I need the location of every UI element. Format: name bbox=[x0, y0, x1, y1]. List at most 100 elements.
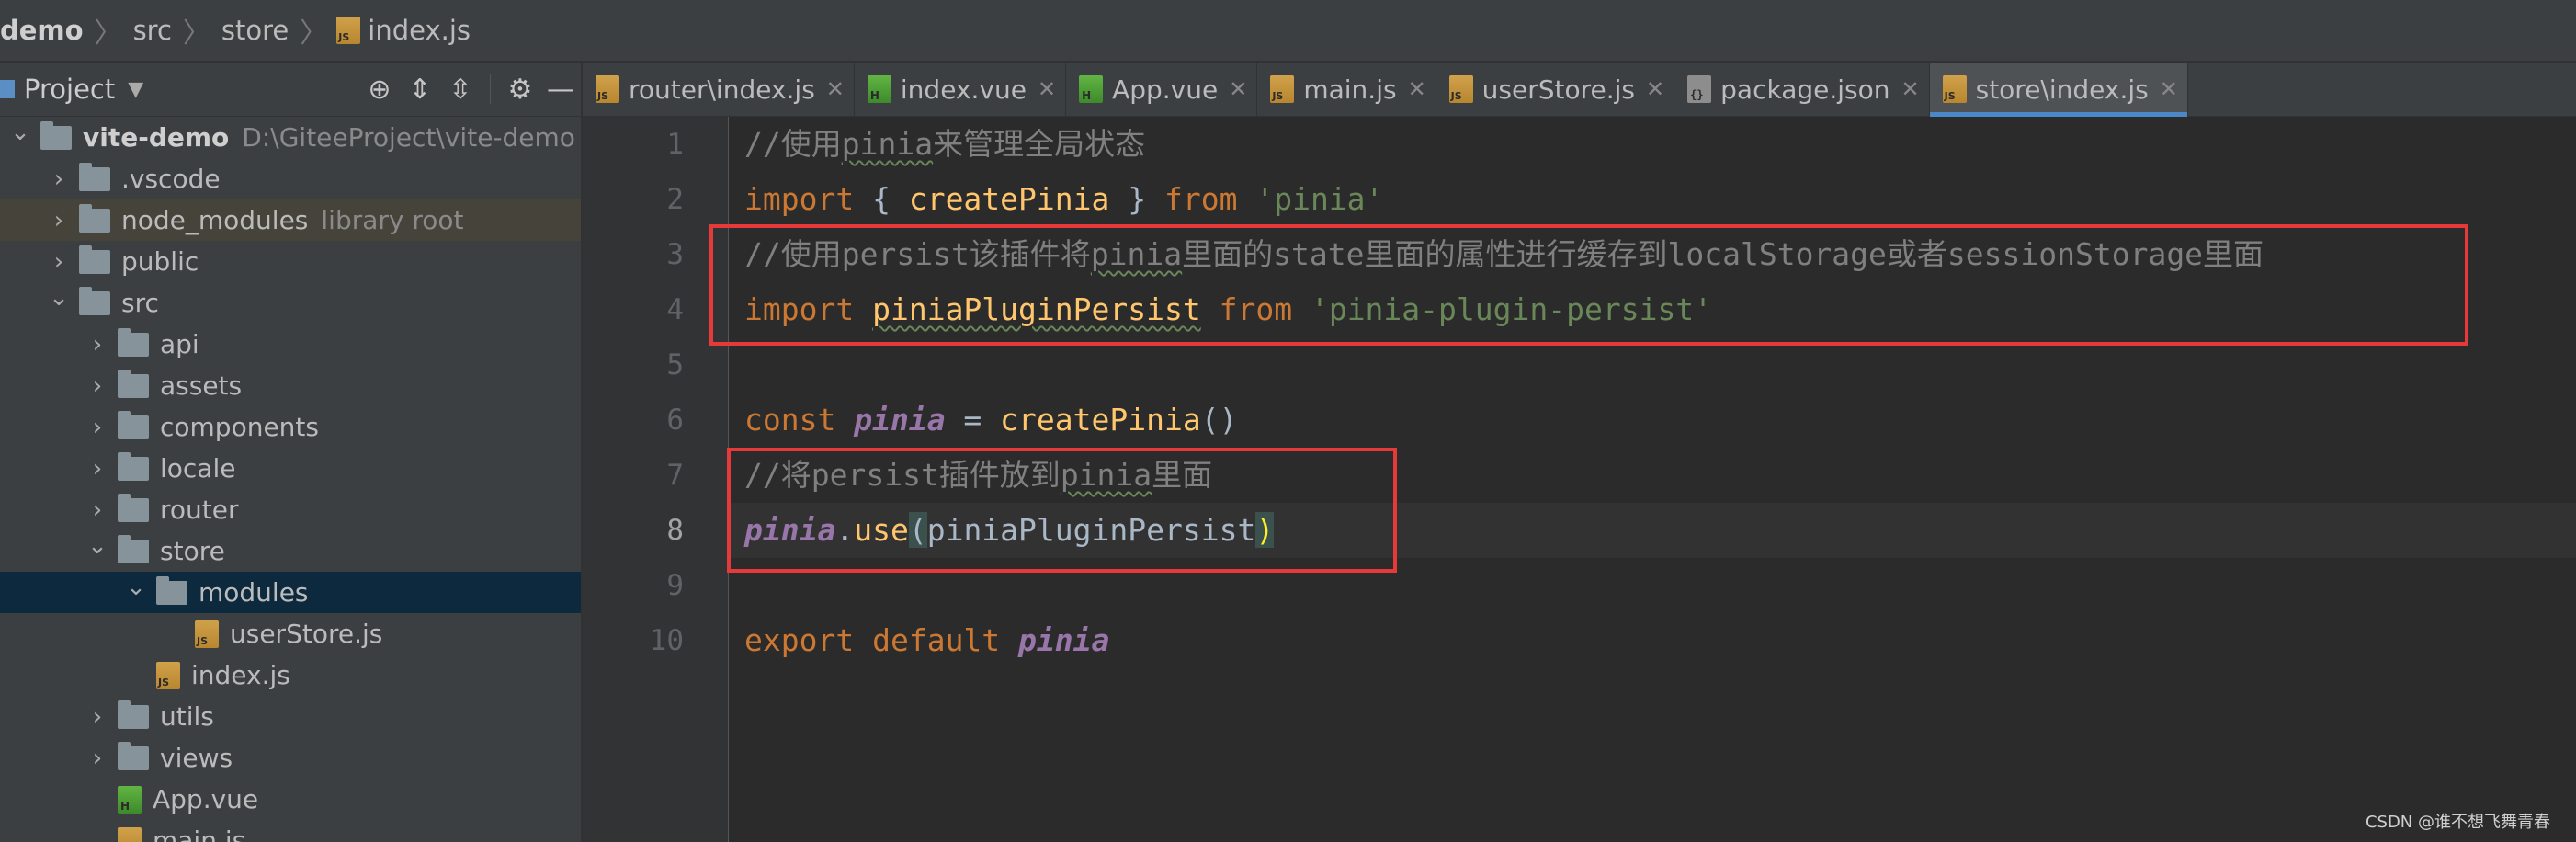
chevron-right-icon[interactable]: › bbox=[85, 703, 110, 731]
chevron-right-icon[interactable]: › bbox=[85, 331, 110, 358]
breadcrumb-item-store[interactable]: store bbox=[214, 15, 296, 46]
line-number[interactable]: 6 bbox=[610, 393, 684, 448]
tree-item-store[interactable]: ⌄ store bbox=[0, 530, 581, 572]
close-icon[interactable]: ✕ bbox=[2160, 76, 2178, 102]
tree-item-label: main.js bbox=[153, 825, 246, 842]
editor-tab[interactable]: index.vue ✕ bbox=[855, 63, 1067, 116]
code-line[interactable]: export default pinia bbox=[744, 613, 1109, 668]
collapse-all-icon[interactable]: ⇳ bbox=[440, 74, 481, 106]
chevron-right-icon[interactable]: › bbox=[85, 372, 110, 400]
hide-panel-icon[interactable]: — bbox=[540, 74, 581, 106]
tree-item-index-js[interactable]: index.js bbox=[0, 654, 581, 696]
line-number[interactable]: 7 bbox=[610, 448, 684, 503]
line-number[interactable]: 3 bbox=[610, 227, 684, 282]
editor-tab[interactable]: App.vue ✕ bbox=[1066, 63, 1258, 116]
editor-tab[interactable]: store\index.js ✕ bbox=[1929, 63, 2188, 117]
code-line[interactable]: //使用pinia来管理全局状态 bbox=[744, 117, 1145, 172]
chevron-down-icon[interactable]: ⌄ bbox=[85, 532, 110, 560]
chevron-right-icon[interactable]: › bbox=[46, 248, 72, 276]
close-icon[interactable]: ✕ bbox=[1038, 76, 1056, 102]
tree-item-vscode[interactable]: › .vscode bbox=[0, 158, 581, 199]
chevron-right-icon[interactable]: › bbox=[85, 455, 110, 483]
tree-item-router[interactable]: › router bbox=[0, 489, 581, 530]
code-token: pinia bbox=[841, 126, 934, 162]
tree-item-api[interactable]: › api bbox=[0, 324, 581, 365]
close-icon[interactable]: ✕ bbox=[1901, 76, 1920, 102]
line-number[interactable]: 1 bbox=[610, 117, 684, 172]
tab-label: main.js bbox=[1303, 74, 1397, 105]
project-view-selector[interactable]: Project bbox=[24, 74, 115, 105]
line-number[interactable]: 10 bbox=[610, 613, 684, 668]
tree-item-components[interactable]: › components bbox=[0, 406, 581, 448]
close-icon[interactable]: ✕ bbox=[826, 76, 845, 102]
editor-tab[interactable]: package.json ✕ bbox=[1674, 63, 1930, 116]
folder-icon bbox=[118, 327, 149, 357]
code-token: 来管理全局状态 bbox=[933, 126, 1146, 162]
expand-all-icon[interactable]: ⇕ bbox=[400, 74, 440, 106]
tree-item-label: index.js bbox=[191, 660, 290, 690]
tree-item-views[interactable]: › views bbox=[0, 737, 581, 779]
code-token: = bbox=[945, 402, 1001, 438]
locate-file-icon[interactable]: ⊕ bbox=[359, 74, 400, 106]
tree-item-userstore-js[interactable]: userStore.js bbox=[0, 613, 581, 654]
line-number[interactable]: 2 bbox=[610, 172, 684, 227]
tree-item-label: api bbox=[160, 329, 199, 359]
chevron-down-icon[interactable]: ⌄ bbox=[123, 574, 149, 601]
chevron-right-icon[interactable]: › bbox=[85, 496, 110, 524]
line-number[interactable]: 5 bbox=[610, 337, 684, 393]
breadcrumb-separator-icon: 〉 bbox=[182, 17, 210, 50]
gear-icon[interactable]: ⚙ bbox=[500, 74, 540, 106]
tree-item-main-js[interactable]: main.js bbox=[0, 820, 581, 842]
code-token: createPinia bbox=[908, 181, 1110, 217]
breadcrumb-item-src[interactable]: src bbox=[126, 15, 179, 46]
tree-item-node-modules[interactable]: › node_modules library root bbox=[0, 199, 581, 241]
tree-item-assets[interactable]: › assets bbox=[0, 365, 581, 406]
js-file-icon bbox=[1942, 75, 1967, 103]
breadcrumb: demo 〉 src 〉 store 〉 index.js bbox=[0, 0, 2576, 63]
editor-tab[interactable]: router\index.js ✕ bbox=[583, 63, 855, 116]
editor-tab-bar: router\index.js✕index.vue✕App.vue✕main.j… bbox=[583, 63, 2576, 117]
folder-icon bbox=[118, 369, 149, 398]
breadcrumb-item-project[interactable]: demo bbox=[0, 15, 91, 46]
code-line[interactable]: const pinia = createPinia() bbox=[744, 393, 1237, 448]
editor-tab[interactable]: userStore.js ✕ bbox=[1436, 63, 1675, 116]
tree-item-vite-demo[interactable]: ⌄ vite-demo D:\GiteeProject\vite-demo bbox=[0, 117, 581, 158]
code-token: { bbox=[854, 181, 909, 217]
folder-icon bbox=[156, 575, 187, 605]
close-icon[interactable]: ✕ bbox=[1408, 76, 1426, 102]
line-number[interactable]: 9 bbox=[610, 558, 684, 613]
line-number[interactable]: 4 bbox=[610, 282, 684, 337]
tree-item-label: locale bbox=[160, 453, 236, 484]
tree-item-label: views bbox=[160, 743, 233, 773]
tab-label: store\index.js bbox=[1975, 74, 2149, 105]
js-file-icon bbox=[156, 661, 180, 689]
chevron-right-icon[interactable]: › bbox=[46, 207, 72, 234]
tree-item-utils[interactable]: › utils bbox=[0, 696, 581, 737]
tree-item-locale[interactable]: › locale bbox=[0, 448, 581, 489]
dropdown-caret-icon[interactable]: ▼ bbox=[128, 78, 143, 101]
folder-icon bbox=[118, 741, 149, 770]
folder-icon bbox=[79, 162, 110, 191]
chevron-down-icon[interactable]: ⌄ bbox=[7, 119, 33, 146]
chevron-right-icon[interactable]: › bbox=[46, 165, 72, 193]
close-icon[interactable]: ✕ bbox=[1646, 76, 1664, 102]
chevron-right-icon[interactable]: › bbox=[85, 745, 110, 772]
tree-item-label: assets bbox=[160, 370, 243, 401]
tree-item-hint: D:\GiteeProject\vite-demo bbox=[242, 122, 575, 153]
code-line[interactable]: import { createPinia } from 'pinia' bbox=[744, 172, 1383, 227]
tree-item-app-vue[interactable]: App.vue bbox=[0, 779, 581, 820]
chevron-down-icon[interactable]: ⌄ bbox=[46, 284, 72, 312]
chevron-right-icon[interactable]: › bbox=[85, 414, 110, 441]
tree-item-modules[interactable]: ⌄ modules bbox=[0, 572, 581, 613]
close-icon[interactable]: ✕ bbox=[1229, 76, 1247, 102]
js-file-icon bbox=[195, 620, 219, 648]
editor-tab[interactable]: main.js ✕ bbox=[1257, 63, 1436, 116]
tree-item-public[interactable]: › public bbox=[0, 241, 581, 282]
js-file-icon bbox=[1448, 75, 1473, 103]
tab-label: router\index.js bbox=[629, 74, 815, 105]
tab-label: package.json bbox=[1720, 74, 1890, 105]
line-number[interactable]: 8 bbox=[610, 503, 684, 558]
breadcrumb-item-file[interactable]: index.js bbox=[360, 15, 478, 46]
tree-item-src[interactable]: ⌄ src bbox=[0, 282, 581, 324]
